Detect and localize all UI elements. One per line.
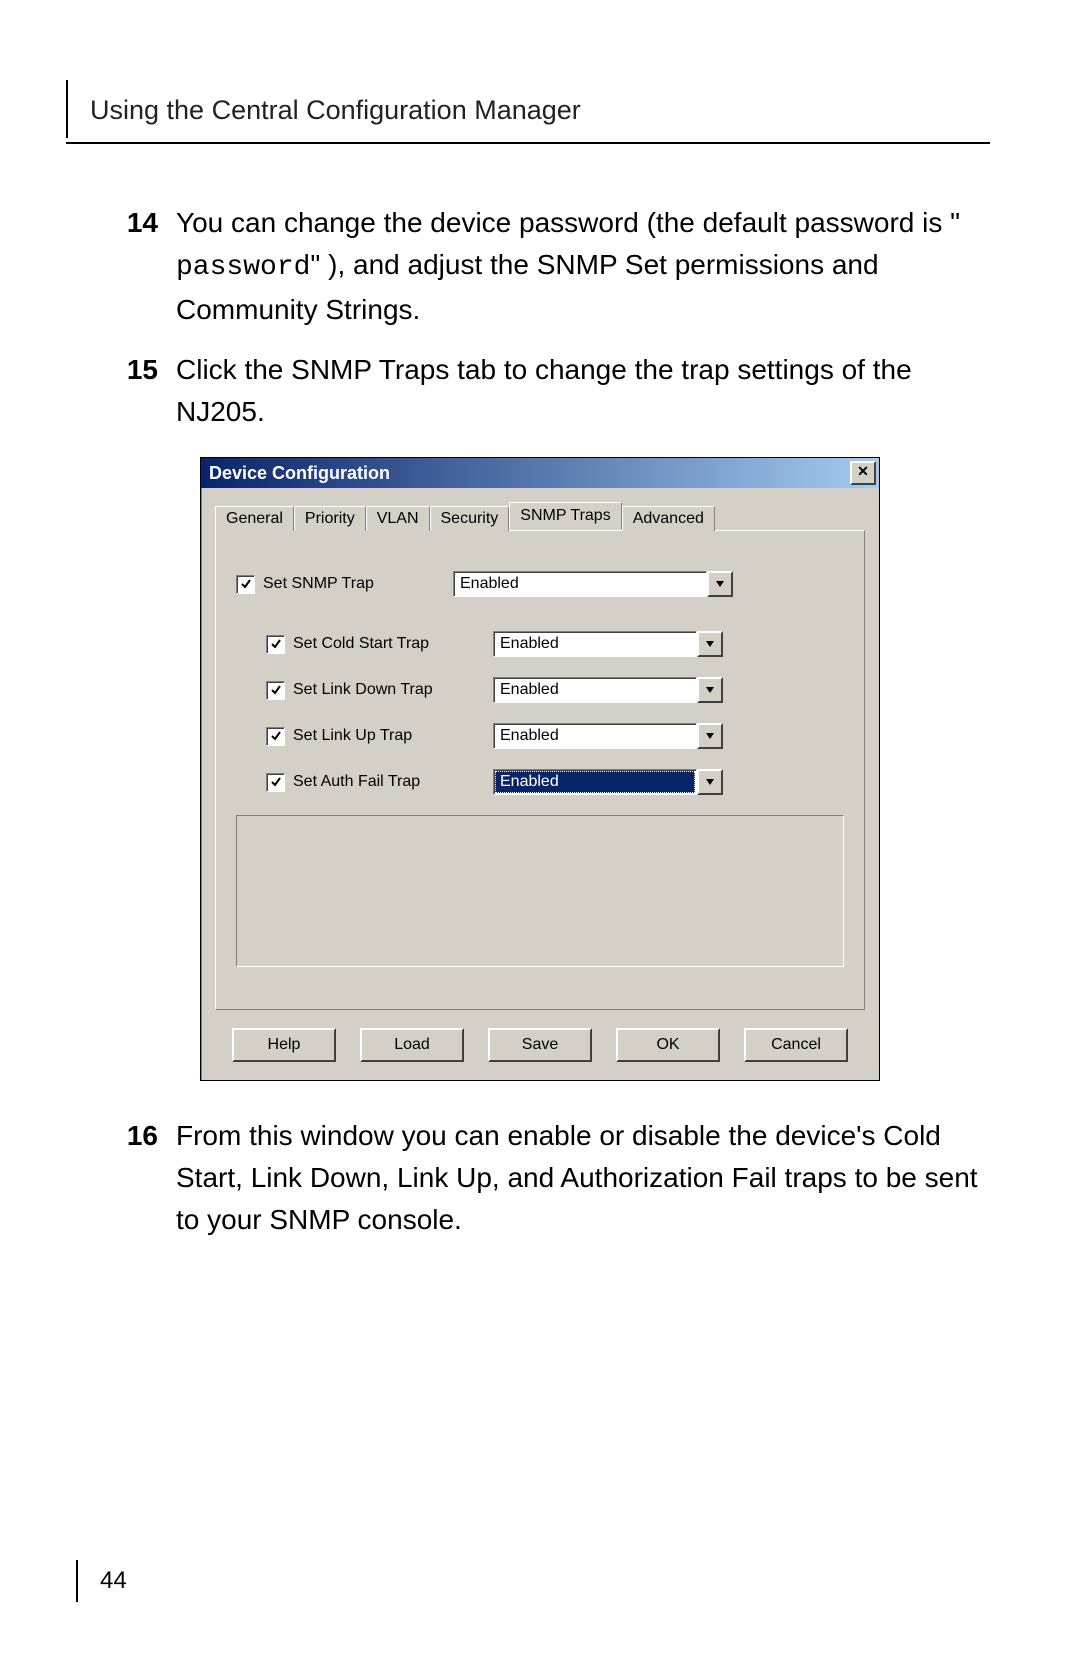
set-snmp-trap-checkbox[interactable] xyxy=(236,575,255,594)
step-number: 14 xyxy=(90,202,176,331)
dropdown-button[interactable] xyxy=(697,677,723,703)
chevron-down-icon xyxy=(716,581,724,587)
check-icon xyxy=(270,776,282,788)
dialog-body: General Priority VLAN Security SNMP Trap… xyxy=(201,488,879,1080)
close-button[interactable]: ✕ xyxy=(850,461,876,485)
step-number: 15 xyxy=(90,349,176,433)
ok-button[interactable]: OK xyxy=(616,1028,720,1062)
check-icon xyxy=(270,684,282,696)
step-16: 16 From this window you can enable or di… xyxy=(90,1115,990,1241)
set-auth-fail-trap-combo[interactable]: Enabled xyxy=(493,769,723,795)
save-button[interactable]: Save xyxy=(488,1028,592,1062)
chevron-down-icon xyxy=(706,641,714,647)
check-icon xyxy=(240,578,252,590)
step-text-a: You can change the device password (the … xyxy=(176,207,960,238)
page-title: Using the Central Configuration Manager xyxy=(90,95,581,138)
step-text: You can change the device password (the … xyxy=(176,202,990,331)
tab-bar: General Priority VLAN Security SNMP Trap… xyxy=(215,502,865,530)
set-snmp-trap-combo[interactable]: Enabled xyxy=(453,571,733,597)
dropdown-button[interactable] xyxy=(707,571,733,597)
page-number: 44 xyxy=(100,1567,127,1595)
document-page: Using the Central Configuration Manager … xyxy=(0,0,1080,1656)
cancel-button[interactable]: Cancel xyxy=(744,1028,848,1062)
set-link-up-trap-label: Set Link Up Trap xyxy=(293,727,493,745)
load-button[interactable]: Load xyxy=(360,1028,464,1062)
close-icon: ✕ xyxy=(857,466,869,480)
dialog-titlebar[interactable]: Device Configuration ✕ xyxy=(201,458,879,488)
help-button[interactable]: Help xyxy=(232,1028,336,1062)
set-link-up-trap-checkbox[interactable] xyxy=(266,727,285,746)
chevron-down-icon xyxy=(706,687,714,693)
check-icon xyxy=(270,638,282,650)
set-link-up-trap-row: Set Link Up Trap Enabled xyxy=(266,723,844,749)
page-header: Using the Central Configuration Manager xyxy=(66,80,990,138)
dialog-title: Device Configuration xyxy=(209,463,390,484)
set-link-down-trap-label: Set Link Down Trap xyxy=(293,681,493,699)
set-cold-start-trap-label: Set Cold Start Trap xyxy=(293,635,493,653)
tab-snmp-traps[interactable]: SNMP Traps xyxy=(509,502,621,530)
selected-text: Enabled xyxy=(495,771,695,793)
footer-divider xyxy=(76,1560,78,1602)
device-configuration-dialog: Device Configuration ✕ General Priority … xyxy=(200,457,880,1081)
set-cold-start-trap-checkbox[interactable] xyxy=(266,635,285,654)
dialog-screenshot: Device Configuration ✕ General Priority … xyxy=(90,457,990,1081)
tab-priority[interactable]: Priority xyxy=(294,506,366,531)
set-auth-fail-trap-checkbox[interactable] xyxy=(266,773,285,792)
snmp-traps-panel: Set SNMP Trap Enabled Set Cold Start Tra… xyxy=(215,530,865,1010)
combo-value: Enabled xyxy=(493,631,697,657)
set-auth-fail-trap-row: Set Auth Fail Trap Enabled xyxy=(266,769,844,795)
tab-general[interactable]: General xyxy=(215,506,294,531)
tab-security[interactable]: Security xyxy=(430,506,510,531)
code-text: password xyxy=(176,252,310,283)
tab-vlan[interactable]: VLAN xyxy=(366,506,430,531)
combo-value: Enabled xyxy=(493,723,697,749)
tab-advanced[interactable]: Advanced xyxy=(622,506,715,531)
combo-value: Enabled xyxy=(453,571,707,597)
chevron-down-icon xyxy=(706,733,714,739)
combo-value: Enabled xyxy=(493,677,697,703)
dropdown-button[interactable] xyxy=(697,769,723,795)
chevron-down-icon xyxy=(706,779,714,785)
set-link-up-trap-combo[interactable]: Enabled xyxy=(493,723,723,749)
check-icon xyxy=(270,730,282,742)
header-divider xyxy=(66,80,68,138)
set-link-down-trap-row: Set Link Down Trap Enabled xyxy=(266,677,844,703)
step-number: 16 xyxy=(90,1115,176,1241)
set-snmp-trap-row: Set SNMP Trap Enabled xyxy=(236,571,844,597)
dropdown-button[interactable] xyxy=(697,631,723,657)
step-15: 15 Click the SNMP Traps tab to change th… xyxy=(90,349,990,433)
header-rule xyxy=(66,142,990,144)
set-link-down-trap-combo[interactable]: Enabled xyxy=(493,677,723,703)
dialog-button-row: Help Load Save OK Cancel xyxy=(215,1010,865,1066)
page-footer: 44 xyxy=(76,1560,127,1602)
set-snmp-trap-label: Set SNMP Trap xyxy=(263,575,453,593)
step-14: 14 You can change the device password (t… xyxy=(90,202,990,331)
set-cold-start-trap-row: Set Cold Start Trap Enabled xyxy=(266,631,844,657)
set-auth-fail-trap-label: Set Auth Fail Trap xyxy=(293,773,493,791)
set-link-down-trap-checkbox[interactable] xyxy=(266,681,285,700)
dropdown-button[interactable] xyxy=(697,723,723,749)
combo-value-focused: Enabled xyxy=(493,769,697,795)
step-text: Click the SNMP Traps tab to change the t… xyxy=(176,349,990,433)
set-cold-start-trap-combo[interactable]: Enabled xyxy=(493,631,723,657)
step-text: From this window you can enable or disab… xyxy=(176,1115,990,1241)
empty-panel xyxy=(236,815,844,967)
